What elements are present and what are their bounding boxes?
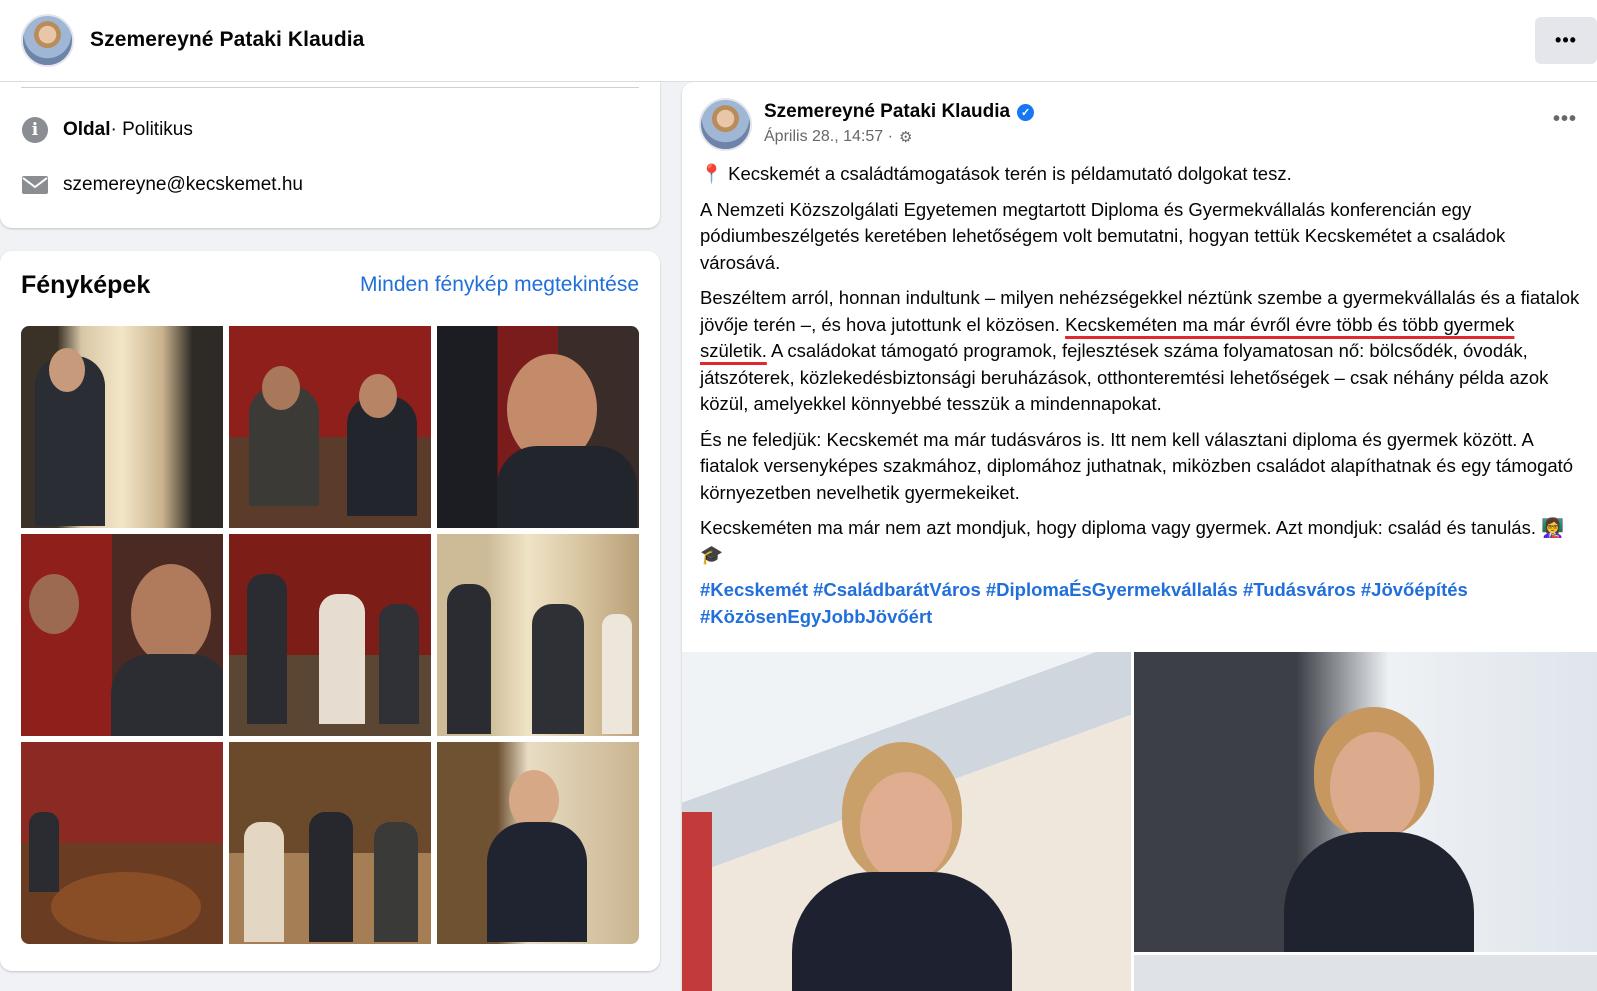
photo-thumbnail[interactable] (437, 534, 639, 736)
photos-title: Fényképek (21, 271, 151, 299)
author-name[interactable]: Szemereyné Pataki Klaudia (764, 101, 1010, 123)
post-meta: Április 28., 14:57 · ⚙ (764, 128, 912, 146)
info-icon: i (21, 116, 49, 144)
photo-thumbnail[interactable] (229, 742, 431, 944)
email-row: szemereyne@kecskemet.hu (21, 171, 303, 199)
envelope-icon (21, 171, 49, 199)
photo-thumbnail[interactable] (21, 534, 223, 736)
divider (21, 87, 639, 88)
paragraph: A Nemzeti Közszolgálati Egyetemen megtar… (700, 198, 1506, 273)
profile-avatar[interactable] (21, 14, 74, 67)
photo-thumbnail[interactable] (21, 742, 223, 944)
paragraph: 📍 Kecskemét a családtámogatások terén is… (700, 163, 1292, 184)
post-text: 📍 Kecskemét a családtámogatások terén is… (700, 161, 1580, 639)
page-header: Szemereyné Pataki Klaudia ••• (0, 0, 1597, 82)
paragraph: Beszéltem arról, honnan indultunk – mily… (700, 285, 1580, 418)
see-all-photos-link[interactable]: Minden fénykép megtekintése (360, 273, 639, 297)
photo-thumbnail[interactable] (21, 326, 223, 528)
verified-badge-icon: ✓ (1017, 103, 1035, 121)
more-horizontal-icon: ••• (1555, 30, 1577, 50)
intro-card: i Oldal · Politikus szemereyne@kecskemet… (0, 82, 660, 228)
photo-thumbnail[interactable] (229, 534, 431, 736)
page-name[interactable]: Szemereyné Pataki Klaudia (90, 28, 364, 52)
audience-gear-icon[interactable]: ⚙ (899, 128, 912, 146)
category-value: · Politikus (110, 119, 193, 140)
photo-thumbnail[interactable] (229, 326, 431, 528)
post-author: Szemereyné Pataki Klaudia ✓ (764, 101, 1035, 123)
post-photos (682, 652, 1597, 991)
paragraph-text: A családokat támogató programok, fejlesz… (700, 340, 1549, 414)
post-card: Szemereyné Pataki Klaudia ✓ Április 28.,… (682, 82, 1597, 991)
photos-card: Fényképek Minden fénykép megtekintése (0, 251, 660, 971)
post-photo[interactable] (1134, 955, 1597, 991)
post-timestamp[interactable]: Április 28., 14:57 · (764, 128, 893, 146)
post-more-icon[interactable]: ••• (1553, 108, 1577, 131)
post-photo[interactable] (1134, 652, 1597, 952)
more-options-button[interactable]: ••• (1535, 17, 1597, 64)
photo-thumbnail[interactable] (437, 742, 639, 944)
category-label: Oldal (63, 119, 111, 140)
paragraph: És ne feledjük: Kecskemét ma már tudásvá… (700, 428, 1574, 503)
post-photo[interactable] (682, 652, 1131, 991)
photo-grid (21, 326, 639, 944)
author-avatar[interactable] (699, 98, 752, 151)
page-category-row: i Oldal · Politikus (21, 116, 193, 144)
photo-thumbnail[interactable] (437, 326, 639, 528)
email-link[interactable]: szemereyne@kecskemet.hu (63, 174, 303, 196)
hashtags[interactable]: #Kecskemét #CsaládbarátVáros #DiplomaÉsG… (700, 577, 1580, 630)
paragraph: Kecskeméten ma már nem azt mondjuk, hogy… (700, 517, 1565, 565)
